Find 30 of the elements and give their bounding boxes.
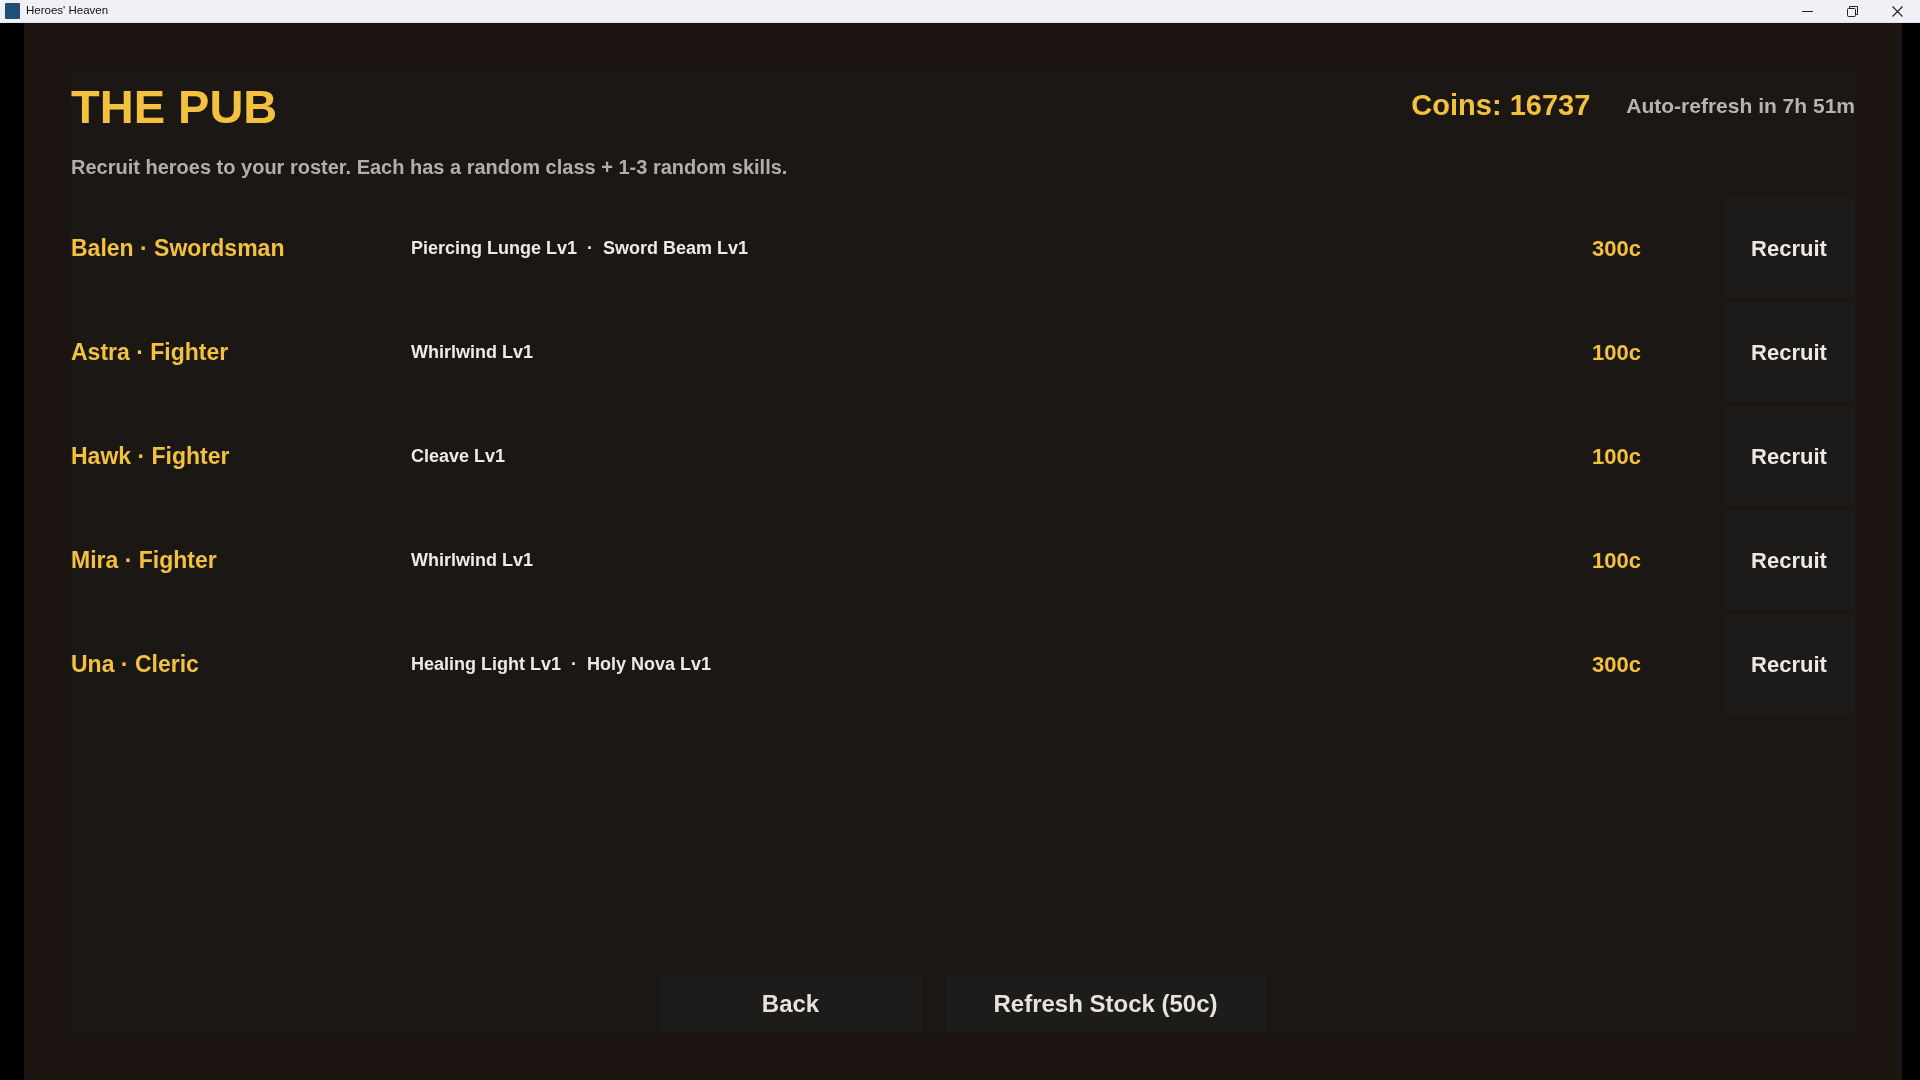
window-title: Heroes' Heaven	[26, 3, 109, 19]
price-text: 300c	[1592, 650, 1641, 679]
hero-name: Hawk · Fighter	[70, 441, 231, 471]
hero-name: Balen · Swordsman	[70, 233, 286, 263]
skill-list: Piercing Lunge Lv1 · Sword Beam Lv1	[411, 234, 749, 262]
skill-list: Whirlwind Lv1	[411, 546, 533, 574]
description-text: Recruit heroes to your roster. Each has a random class + 1-3 random skills.	[70, 155, 789, 180]
app-icon	[5, 3, 20, 19]
price-text: 100c	[1592, 338, 1641, 367]
page-title: THE PUB	[70, 79, 278, 130]
close-icon	[1892, 5, 1903, 17]
skill-list: Healing Light Lv1 · Holy Nova Lv1	[411, 650, 712, 678]
refresh-stock-button[interactable]: Refresh Stock (50c)	[945, 976, 1266, 1032]
recruit-button[interactable]: Recruit	[1723, 614, 1855, 714]
hero-name: Una · Cleric	[70, 649, 200, 679]
recruit-button[interactable]: Recruit	[1723, 406, 1855, 506]
hero-name: Mira · Fighter	[70, 545, 218, 575]
coin-balance: Coins: 16737	[1411, 87, 1591, 123]
price-text: 300c	[1592, 234, 1641, 263]
hero-name: Astra · Fighter	[70, 337, 230, 367]
price-text: 100c	[1592, 546, 1641, 575]
refresh-timer: Auto-refresh in 7h 51m	[1626, 92, 1855, 119]
recruit-button[interactable]: Recruit	[1723, 302, 1855, 402]
restore-icon	[1847, 5, 1858, 17]
skill-list: Whirlwind Lv1	[411, 338, 533, 366]
back-button[interactable]: Back	[659, 976, 922, 1032]
price-text: 100c	[1592, 442, 1641, 471]
skill-list: Cleave Lv1	[411, 442, 506, 470]
recruit-button[interactable]: Recruit	[1723, 510, 1855, 610]
recruit-button[interactable]: Recruit	[1723, 198, 1855, 298]
